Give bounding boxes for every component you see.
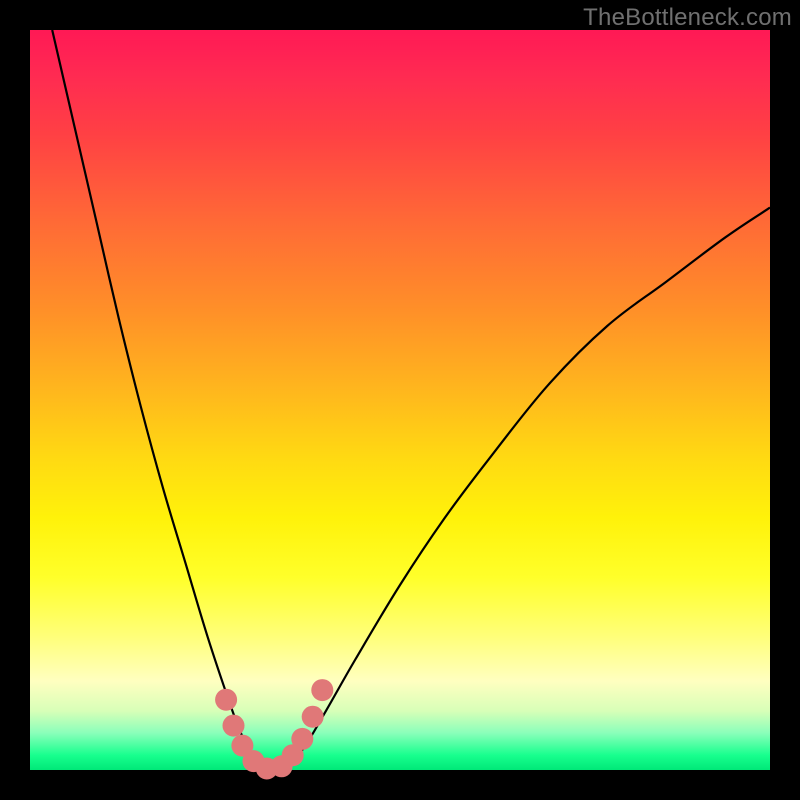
chart-frame: TheBottleneck.com — [0, 0, 800, 800]
bottleneck-curve — [52, 30, 770, 772]
highlight-dot — [302, 706, 324, 728]
highlight-dot — [223, 715, 245, 737]
highlight-dot — [311, 679, 333, 701]
highlight-dot — [291, 728, 313, 750]
watermark-text: TheBottleneck.com — [583, 4, 792, 32]
highlight-dot — [215, 689, 237, 711]
curve-layer — [30, 30, 770, 770]
